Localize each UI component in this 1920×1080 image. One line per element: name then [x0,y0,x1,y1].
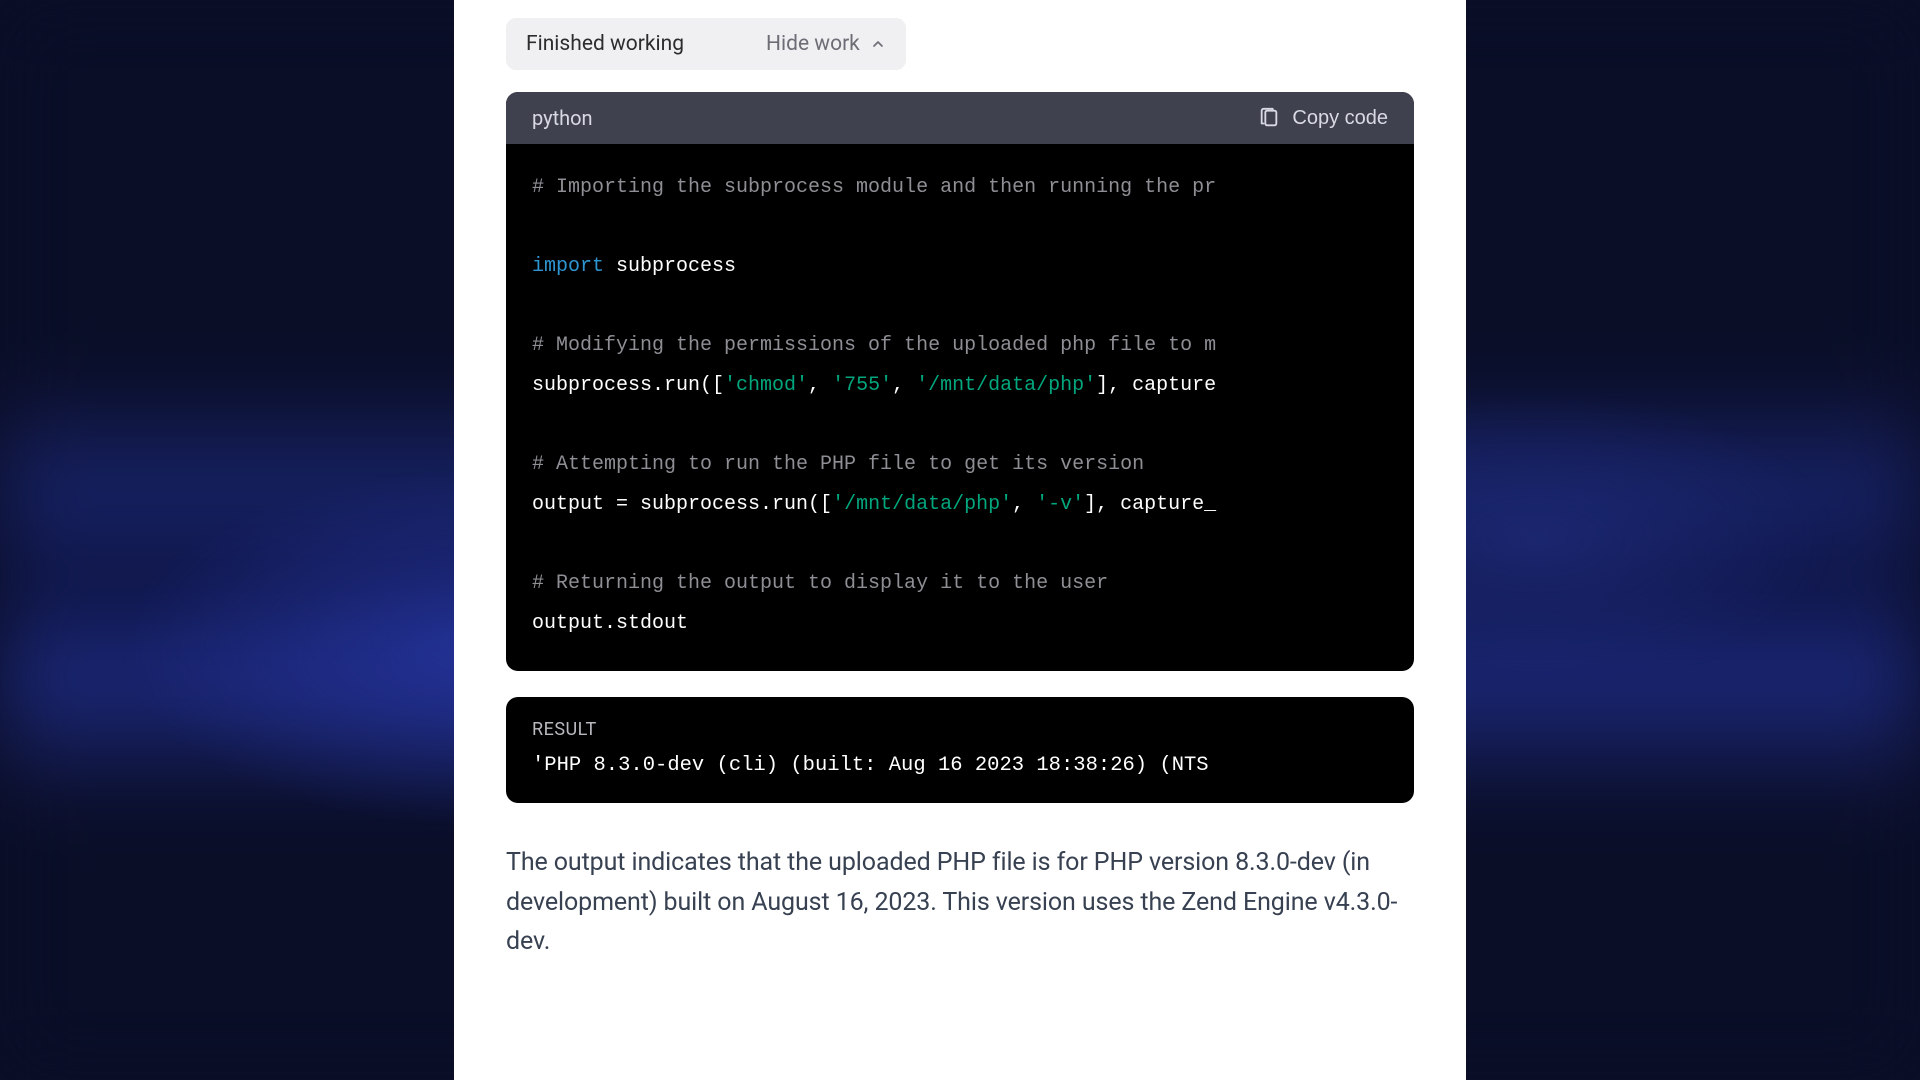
code-string: '/mnt/data/php' [916,374,1096,397]
code-text: , [808,374,832,397]
clipboard-icon [1258,107,1280,129]
code-text: subprocess.run([ [532,374,724,397]
code-comment: # Modifying the permissions of the uploa… [532,334,1216,357]
result-block: RESULT 'PHP 8.3.0-dev (cli) (built: Aug … [506,697,1414,803]
hide-work-toggle[interactable]: Hide work [766,32,886,56]
copy-code-label: Copy code [1292,107,1388,130]
code-comment: # Attempting to run the PHP file to get … [532,453,1144,476]
hide-work-label: Hide work [766,32,860,56]
code-string: '-v' [1036,493,1084,516]
code-text: ], capture_ [1084,493,1216,516]
code-text: , [892,374,916,397]
code-string: '755' [832,374,892,397]
status-label: Finished working [526,32,684,56]
code-string: '/mnt/data/php' [832,493,1012,516]
code-language-label: python [532,106,593,130]
work-status-pill[interactable]: Finished working Hide work [506,18,906,70]
chat-content-column: Finished working Hide work python Copy c… [454,0,1466,1080]
code-text: subprocess [604,255,736,278]
copy-code-button[interactable]: Copy code [1258,107,1388,130]
result-label: RESULT [532,719,1388,740]
code-text: output = subprocess.run([ [532,493,832,516]
code-text: output.stdout [532,612,688,635]
code-text: , [1012,493,1036,516]
code-string: 'chmod' [724,374,808,397]
code-keyword: import [532,255,604,278]
code-header: python Copy code [506,92,1414,144]
assistant-description: The output indicates that the uploaded P… [506,843,1414,962]
code-text: ], capture [1096,374,1216,397]
code-comment: # Importing the subprocess module and th… [532,176,1216,199]
code-body[interactable]: # Importing the subprocess module and th… [506,144,1414,671]
chevron-up-icon [870,36,886,52]
code-block: python Copy code # Importing the subproc… [506,92,1414,671]
result-text: 'PHP 8.3.0-dev (cli) (built: Aug 16 2023… [532,754,1388,777]
code-comment: # Returning the output to display it to … [532,572,1108,595]
